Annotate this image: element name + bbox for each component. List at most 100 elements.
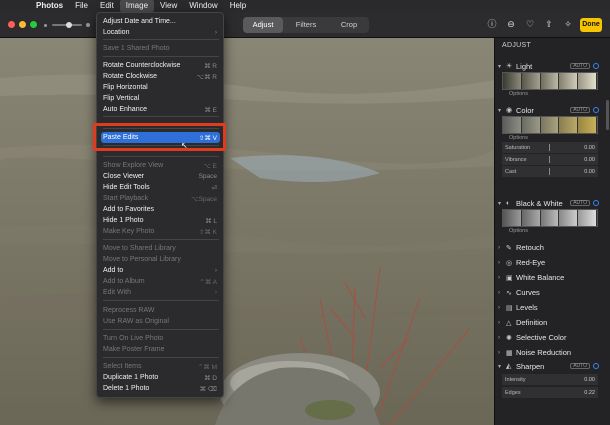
menu-window[interactable]: Window (183, 0, 223, 12)
menu-item-label: Edit With (103, 289, 132, 296)
menu-item-shortcut: ⌘ R (204, 62, 217, 70)
sharpen-header[interactable]: ▾ ◭ Sharpen AUTO (495, 360, 605, 372)
cast-marker (549, 168, 550, 175)
menu-help[interactable]: Help (224, 0, 252, 12)
menu-item-label: Flip Horizontal (103, 84, 148, 91)
menu-item-label: Hide 1 Photo (103, 217, 144, 224)
menu-item-shortcut: ⌘ E (204, 106, 217, 114)
menu-item-hide-1-photo[interactable]: Hide 1 Photo ⌘ L (101, 215, 220, 226)
levels-icon: ▤ (506, 304, 513, 312)
menu-item-use-raw-as-original: Use RAW as Original (101, 316, 220, 327)
retouch-section[interactable]: › ✎ Retouch (495, 240, 605, 255)
info-icon[interactable]: ⓘ (486, 18, 498, 30)
menu-item-add-to[interactable]: Add to › (101, 265, 220, 276)
more-icon[interactable]: ⊖ (505, 18, 517, 30)
bw-options[interactable]: Options (495, 227, 605, 235)
light-label: Light (516, 61, 533, 71)
levels-section[interactable]: › ▤ Levels (495, 300, 605, 315)
chevron-right-icon: › (498, 349, 500, 356)
white-balance-section[interactable]: › ▣ White Balance (495, 270, 605, 285)
menu-item-shortcut: › (214, 267, 217, 274)
menu-item-shortcut: ⌘ L (205, 217, 217, 225)
edges-slider[interactable]: Edges 0.22 (502, 387, 598, 398)
color-wheel-icon: ✺ (506, 334, 512, 342)
menu-view[interactable]: View (154, 0, 183, 12)
zoom-window-button[interactable] (30, 21, 37, 28)
menu-file[interactable]: File (69, 0, 94, 12)
cast-slider[interactable]: Cast 0.00 (502, 166, 598, 177)
menu-item-add-to-album: Add to Album ⌃⌘ A (101, 276, 220, 287)
magic-wand-icon[interactable]: ✧ (562, 18, 574, 30)
sharpen-label: Sharpen (516, 361, 545, 371)
menu-item-rotate-counterclockwise[interactable]: Rotate Counterclockwise ⌘ R (101, 60, 220, 71)
menu-item-delete-1-photo[interactable]: Delete 1 Photo ⌘ ⌫ (101, 383, 220, 394)
definition-section[interactable]: › △ Definition (495, 315, 605, 330)
menu-item-label: Make Key Photo (103, 228, 155, 235)
done-button[interactable]: Done (580, 18, 602, 32)
close-window-button[interactable] (8, 21, 15, 28)
menu-separator (103, 39, 219, 40)
saturation-slider[interactable]: Saturation 0.00 (502, 142, 598, 153)
light-auto-button[interactable]: AUTO (570, 63, 590, 69)
half-circle-icon: ◐ (506, 199, 511, 207)
menu-item-flip-horizontal[interactable]: Flip Horizontal (101, 82, 220, 93)
light-options[interactable]: Options (495, 90, 605, 98)
heart-icon[interactable]: ♡ (524, 18, 536, 30)
color-auto-button[interactable]: AUTO (570, 107, 590, 113)
tab-adjust[interactable]: Adjust (243, 17, 283, 33)
sharpen-toggle[interactable] (593, 363, 599, 369)
image-menu: Adjust Date and Time... Location › Save 1 S… (96, 12, 224, 398)
bw-thumbnail-strip[interactable] (502, 209, 598, 227)
curves-section[interactable]: › ∿ Curves (495, 285, 605, 300)
color-toggle[interactable] (593, 107, 599, 113)
menu-item-rotate-clockwise[interactable]: Rotate Clockwise ⌥⌘ R (101, 71, 220, 82)
menu-item-close-viewer[interactable]: Close Viewer Space (101, 171, 220, 182)
share-icon[interactable]: ⇪ (543, 18, 555, 30)
zoom-out-icon (44, 24, 47, 27)
menu-item-shortcut: ⌘ D (204, 374, 217, 382)
photo-canvas[interactable] (0, 38, 494, 425)
vibrance-slider[interactable]: Vibrance 0.00 (502, 154, 598, 165)
tab-filters[interactable]: Filters (283, 17, 329, 33)
saturation-marker (549, 144, 550, 151)
menu-item-adjust-date-and-time[interactable]: Adjust Date and Time... (101, 16, 220, 27)
color-header[interactable]: ▾ ◉ Color AUTO (495, 104, 605, 116)
zoom-slider[interactable] (44, 22, 94, 28)
zoom-knob[interactable] (66, 22, 72, 28)
light-thumbnail-strip[interactable] (502, 72, 598, 90)
color-options[interactable]: Options (495, 134, 605, 142)
menu-item-show-explore-view: Show Explore View ⌥ E (101, 160, 220, 171)
red-eye-label: Red-Eye (516, 258, 546, 267)
bw-toggle[interactable] (593, 200, 599, 206)
highlight-box (93, 123, 226, 151)
bw-auto-button[interactable]: AUTO (570, 200, 590, 206)
menu-photos[interactable]: Photos (30, 0, 69, 12)
light-header[interactable]: ▾ ☀ Light AUTO (495, 60, 605, 72)
menu-item-auto-enhance[interactable]: Auto Enhance ⌘ E (101, 104, 220, 115)
menu-item-label: Add to Album (103, 278, 145, 285)
selective-color-section[interactable]: › ✺ Selective Color (495, 330, 605, 345)
intensity-slider[interactable]: Intensity 0.00 (502, 374, 598, 385)
menu-item-label: Delete 1 Photo (103, 385, 150, 392)
minimize-window-button[interactable] (19, 21, 26, 28)
sidebar-scrollbar[interactable] (606, 100, 609, 130)
vibrance-value: 0.00 (584, 156, 595, 163)
menu-separator (103, 116, 219, 117)
light-toggle[interactable] (593, 63, 599, 69)
color-thumbnail-strip[interactable] (502, 116, 598, 134)
retouch-label: Retouch (516, 243, 544, 252)
noise-reduction-section[interactable]: › ▦ Noise Reduction (495, 345, 605, 360)
menu-item-location[interactable]: Location › (101, 27, 220, 38)
tab-crop[interactable]: Crop (329, 17, 369, 33)
menu-edit[interactable]: Edit (94, 0, 120, 12)
menu-item-hide-edit-tools[interactable]: Hide Edit Tools ⏎ (101, 182, 220, 193)
menu-item-duplicate-1-photo[interactable]: Duplicate 1 Photo ⌘ D (101, 372, 220, 383)
menu-item-flip-vertical[interactable]: Flip Vertical (101, 93, 220, 104)
menu-item-add-to-favorites[interactable]: Add to Favorites (101, 204, 220, 215)
bw-header[interactable]: ▾ ◐ Black & White AUTO (495, 197, 605, 209)
chevron-down-icon: ▾ (498, 200, 502, 207)
sharpen-auto-button[interactable]: AUTO (570, 363, 590, 369)
red-eye-section[interactable]: › ◎ Red-Eye (495, 255, 605, 270)
sidebar-title: ADJUST (502, 42, 532, 49)
menu-image[interactable]: Image (119, 0, 155, 12)
